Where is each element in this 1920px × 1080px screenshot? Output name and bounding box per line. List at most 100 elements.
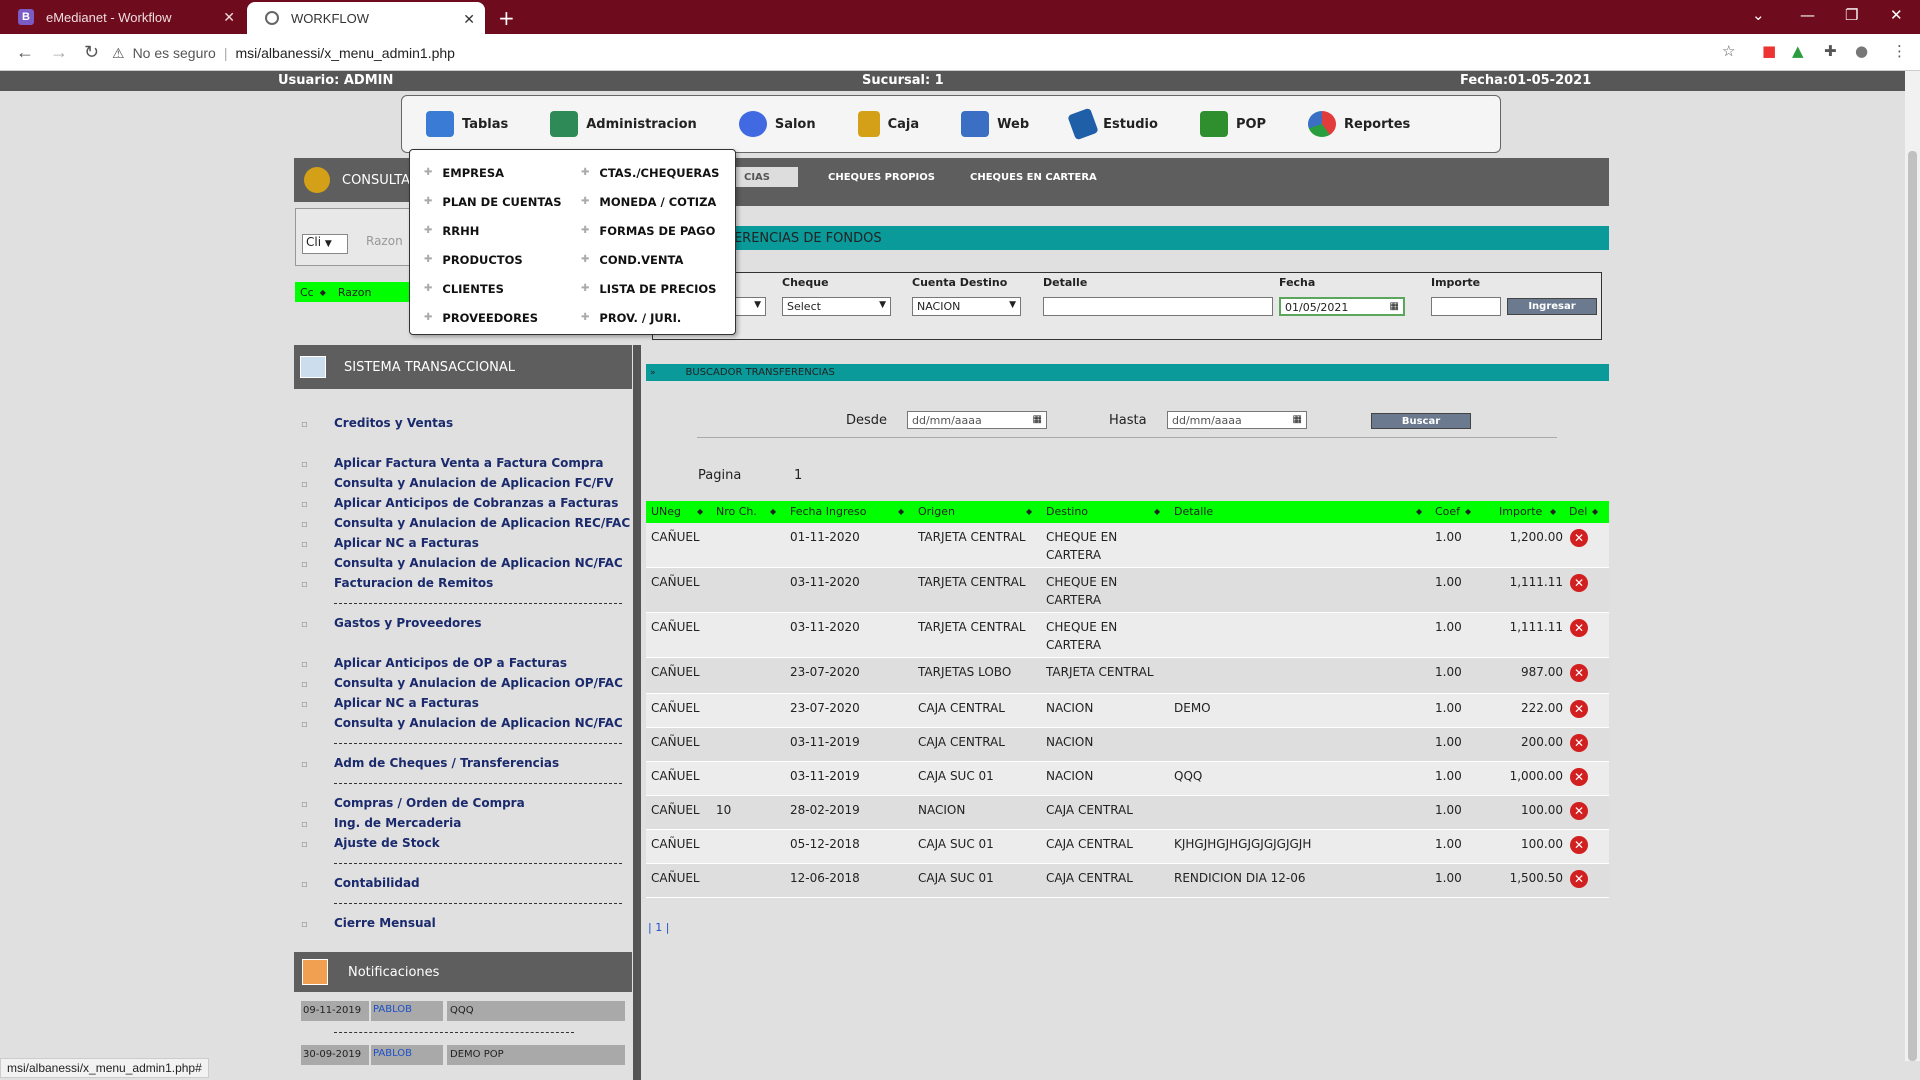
buscar-button[interactable]: Buscar — [1371, 413, 1471, 429]
profile-avatar-icon[interactable]: ● — [1855, 42, 1868, 60]
sort-icon[interactable]: ◆ — [1592, 507, 1598, 516]
sidebar-link-adm-cheques[interactable]: Adm de Cheques / Transferencias — [334, 756, 559, 770]
dropdown-item-productos[interactable]: ✚ PRODUCTOS — [424, 245, 561, 274]
close-tab-icon[interactable]: ✕ — [463, 11, 475, 28]
drive-extension-icon[interactable]: ▲ — [1792, 42, 1804, 60]
dropdown-item-proveedores[interactable]: ✚ PROVEEDORES — [424, 303, 561, 332]
hasta-date-input[interactable]: dd/mm/aaaa ▦ — [1167, 411, 1307, 429]
delete-icon[interactable]: ✕ — [1570, 700, 1588, 718]
dropdown-item-moneda-cotiza[interactable]: ✚ MONEDA / COTIZA — [581, 187, 719, 216]
url-field[interactable]: ⚠ No es seguro | msi/albanessi/x_menu_ad… — [112, 40, 1712, 66]
col-origen[interactable]: Origen — [918, 505, 955, 518]
delete-icon[interactable]: ✕ — [1570, 768, 1588, 786]
forward-icon[interactable]: → — [50, 42, 68, 63]
new-tab-button[interactable]: + — [498, 6, 515, 30]
col-fecha-ingreso[interactable]: Fecha Ingreso — [790, 505, 866, 518]
sort-icon[interactable]: ◆ — [1465, 507, 1471, 516]
cc-column[interactable]: Cc — [300, 286, 314, 299]
more-menu-icon[interactable]: ⋮ — [1892, 42, 1907, 60]
sidebar-link[interactable]: Consulta y Anulacion de Aplicacion OP/FA… — [334, 676, 623, 690]
reload-icon[interactable]: ↻ — [84, 42, 102, 63]
calendar-icon[interactable]: ▦ — [1293, 414, 1302, 425]
ingresar-button[interactable]: Ingresar — [1507, 298, 1597, 315]
sort-icon[interactable]: ◆ — [1026, 507, 1032, 516]
dropdown-item-ctas-chequeras[interactable]: ✚ CTAS./CHEQUERAS — [581, 158, 719, 187]
sidebar-link[interactable]: Aplicar Factura Venta a Factura Compra — [334, 456, 604, 470]
close-tab-icon[interactable]: ✕ — [223, 9, 235, 26]
sidebar-link[interactable]: Consulta y Anulacion de Aplicacion NC/FA… — [334, 556, 623, 570]
col-del[interactable]: Del — [1569, 505, 1587, 518]
sort-icon[interactable]: ◆ — [1550, 507, 1556, 516]
sidebar-link[interactable]: Ing. de Mercaderia — [334, 816, 461, 830]
sidebar-link[interactable]: Aplicar Anticipos de OP a Facturas — [334, 656, 567, 670]
dropdown-item-empresa[interactable]: ✚ EMPRESA — [424, 158, 561, 187]
calendar-icon[interactable]: ▦ — [1390, 301, 1399, 312]
dropdown-item-formas-de-pago[interactable]: ✚ FORMAS DE PAGO — [581, 216, 719, 245]
sidebar-link[interactable]: Aplicar NC a Facturas — [334, 696, 479, 710]
col-nro-ch[interactable]: Nro Ch. — [716, 505, 757, 518]
tab-cheques-propios[interactable]: CHEQUES PROPIOS — [828, 167, 935, 187]
bookmark-star-icon[interactable]: ☆ — [1722, 42, 1735, 60]
sidebar-link-contabilidad[interactable]: Contabilidad — [334, 876, 420, 890]
delete-icon[interactable]: ✕ — [1570, 734, 1588, 752]
pdf-extension-icon[interactable]: ■ — [1762, 42, 1776, 60]
menu-reportes[interactable]: Reportes — [1308, 111, 1410, 137]
razon-input[interactable]: Razon — [360, 234, 415, 254]
sort-icon[interactable]: ◆ — [1416, 507, 1422, 516]
razon-column[interactable]: Razon — [338, 286, 372, 299]
back-icon[interactable]: ← — [16, 42, 34, 63]
sort-icon[interactable]: ◆ — [898, 507, 904, 516]
dropdown-item-cond-venta[interactable]: ✚ COND.VENTA — [581, 245, 719, 274]
sidebar-link[interactable]: Consulta y Anulacion de Aplicacion NC/FA… — [334, 716, 623, 730]
page-scrollbar[interactable] — [1905, 71, 1920, 1061]
dropdown-item-rrhh[interactable]: ✚ RRHH — [424, 216, 561, 245]
sidebar-link-gastos-proveedores[interactable]: Gastos y Proveedores — [334, 616, 481, 630]
sort-icon[interactable]: ◆ — [697, 507, 703, 516]
tab-cheques-en-cartera[interactable]: CHEQUES EN CARTERA — [970, 167, 1097, 187]
col-importe[interactable]: Importe — [1499, 505, 1542, 518]
menu-estudio[interactable]: Estudio — [1067, 107, 1158, 141]
sort-icon[interactable]: ◆ — [320, 288, 326, 297]
sidebar-link-compras[interactable]: Compras / Orden de Compra — [334, 796, 525, 810]
scrollbar-thumb[interactable] — [1908, 151, 1917, 1061]
delete-icon[interactable]: ✕ — [1570, 529, 1588, 547]
cheque-select[interactable]: Select ▼ — [782, 297, 891, 316]
notif-user-link[interactable]: PABLOB — [371, 1045, 443, 1065]
delete-icon[interactable]: ✕ — [1570, 664, 1588, 682]
menu-tablas[interactable]: Tablas — [426, 111, 508, 137]
menu-administracion[interactable]: Administracion — [550, 111, 697, 137]
col-coef[interactable]: Coef — [1435, 505, 1460, 518]
restore-icon[interactable]: ❐ — [1845, 6, 1858, 24]
profile-menu-icon[interactable]: ⌄ — [1752, 6, 1765, 24]
sidebar-link[interactable]: Aplicar NC a Facturas — [334, 536, 479, 550]
sort-icon[interactable]: ◆ — [770, 507, 776, 516]
delete-icon[interactable]: ✕ — [1570, 802, 1588, 820]
delete-icon[interactable]: ✕ — [1570, 870, 1588, 888]
dropdown-item-plan-de-cuentas[interactable]: ✚ PLAN DE CUENTAS — [424, 187, 561, 216]
puzzle-extensions-icon[interactable]: ✚ — [1824, 42, 1837, 60]
calendar-icon[interactable]: ▦ — [1033, 414, 1042, 425]
col-uneg[interactable]: UNeg — [651, 505, 681, 518]
cli-select[interactable]: Cli ▼ — [302, 234, 348, 254]
close-window-icon[interactable]: ✕ — [1890, 6, 1903, 24]
delete-icon[interactable]: ✕ — [1570, 619, 1588, 637]
sidebar-link[interactable]: Consulta y Anulacion de Aplicacion REC/F… — [334, 516, 630, 530]
detalle-input[interactable] — [1043, 297, 1273, 316]
minimize-icon[interactable]: — — [1800, 6, 1815, 24]
browser-tab-workflow[interactable]: WORKFLOW ✕ — [247, 2, 485, 34]
desde-date-input[interactable]: dd/mm/aaaa ▦ — [907, 411, 1047, 429]
importe-input[interactable] — [1431, 297, 1501, 316]
sidebar-link[interactable]: Aplicar Anticipos de Cobranzas a Factura… — [334, 496, 618, 510]
menu-caja[interactable]: Caja — [857, 111, 919, 137]
sidebar-link[interactable]: Ajuste de Stock — [334, 836, 440, 850]
browser-tab-emedianet[interactable]: B eMedianet - Workflow ✕ — [0, 0, 245, 34]
tab-transferencias[interactable]: CIAS — [736, 167, 798, 187]
delete-icon[interactable]: ✕ — [1570, 574, 1588, 592]
dropdown-item-clientes[interactable]: ✚ CLIENTES — [424, 274, 561, 303]
cuenta-destino-select[interactable]: NACION ▼ — [912, 297, 1021, 316]
col-detalle[interactable]: Detalle — [1174, 505, 1213, 518]
sidebar-link-cierre-mensual[interactable]: Cierre Mensual — [334, 916, 436, 930]
sort-icon[interactable]: ◆ — [1154, 507, 1160, 516]
fecha-input[interactable]: 01/05/2021 ▦ — [1279, 297, 1405, 316]
notif-user-link[interactable]: PABLOB — [371, 1001, 443, 1021]
